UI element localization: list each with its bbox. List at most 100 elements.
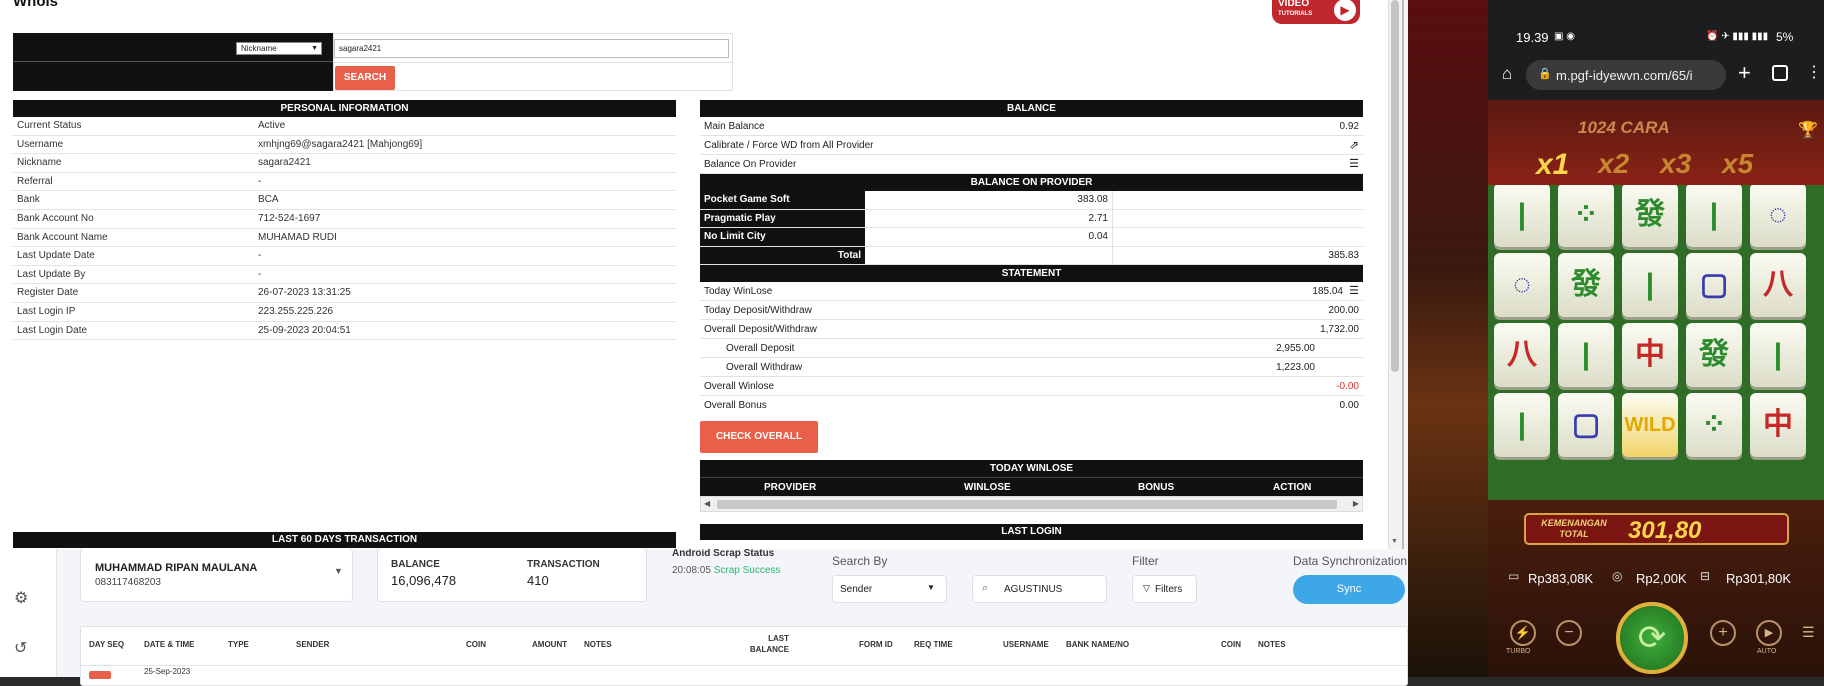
nickname-input[interactable]: sagara2421 [334,39,729,58]
stat-bet: Rp2,00K [1636,571,1687,586]
col-last-balance: LAST BALANCE [749,634,789,654]
last-login-header: LAST LOGIN [700,524,1363,541]
overall-dw-value: 1,732.00 [1320,324,1359,336]
field-label: Username [17,138,64,150]
col-bonus: BONUS [1138,482,1175,494]
col-action: ACTION [1273,482,1312,494]
url-bar[interactable]: 🔒 m.pgf-idyewvn.com/65/i [1526,60,1726,90]
personal-info-row: Last Update Date - [13,247,676,266]
field-value: 223.255.225.226 [258,305,334,317]
field-value: - [258,175,262,187]
balance-value: 16,096,478 [391,573,457,588]
share-icon[interactable]: ⇗ [1349,136,1359,155]
field-label: Register Date [17,287,79,299]
total-win-box: KEMENANGAN TOTAL 301,80 [1524,513,1789,545]
table-row[interactable]: 25-Sep-2023 [81,665,1407,685]
overall-winlose-label: Overall Winlose [704,381,775,393]
col-provider: PROVIDER [764,482,817,494]
filter-label: Filter [1132,554,1159,568]
field-label: Referral [17,175,53,187]
mahjong-tile: ▢ [1686,253,1742,317]
scroll-right-icon[interactable]: ▶ [1353,499,1359,508]
col-form-id: FORM ID [859,640,893,649]
transaction-value: 410 [527,573,549,588]
stat-balance: Rp383,08K [1528,571,1594,586]
sync-button[interactable]: Sync [1293,575,1405,604]
personal-info-row: Referral - [13,173,676,192]
search-icon: ⌕ [982,582,989,594]
provider-name: Pragmatic Play [700,209,865,228]
reel-grid: | ⁘ 發 | ◌ ◌ 發 | ▢ 八八 | 中發 | | ▢ WILD ⁘ 中 [1488,185,1824,500]
account-selector[interactable]: MUHAMMAD RIPAN MAULANA 083117468203 ▼ [80,548,353,602]
gear-user-icon[interactable]: ⚙ [14,588,28,608]
plus-button[interactable]: + [1710,620,1736,646]
auto-play-button[interactable]: ▶ [1756,620,1782,646]
menu-icon[interactable]: ⋮ [1806,62,1822,82]
search-by-select[interactable]: Sender ▼ [832,575,947,603]
notification-icons: ▣ ◉ [1554,31,1575,42]
personal-info-row: Bank Account Name MUHAMAD RUDI [13,229,676,248]
scrollbar-thumb[interactable] [1391,0,1399,372]
scroll-left-icon[interactable]: ◀ [704,499,710,508]
video-tutorials-logo[interactable]: VIDEO TUTORIALS ▶ [1272,0,1360,24]
search-value: AGUSTINUS [1004,584,1063,595]
overall-withdraw-row: Overall Withdraw 1,223.00 [700,358,1363,378]
new-tab-icon[interactable]: + [1738,60,1751,86]
balance-label: BALANCE [391,559,440,570]
scrap-title: Android Scrap Status [672,548,775,559]
stats-row: ▭ Rp383,08K ◎ Rp2,00K ⊟ Rp301,80K [1494,567,1818,591]
tutorials-label: TUTORIALS [1278,11,1313,17]
filters-button[interactable]: ▽ Filters [1132,575,1197,603]
scrap-status-text: Scrap Success [713,565,781,576]
background-game-preview [1408,0,1488,677]
provider-header: BALANCE ON PROVIDER [700,174,1363,191]
col-username: USERNAME [1003,640,1049,649]
total-label: Total [700,246,865,265]
horizontal-scrollbar[interactable]: ◀ ▶ [700,496,1363,513]
personal-info-panel: PERSONAL INFORMATION Current Status Activ… [13,100,676,341]
scroll-down-icon[interactable]: ▼ [1391,538,1398,545]
multiplier-x3: x3 [1660,148,1692,179]
phone-screen: 19.39 ▣ ◉ ⏰ ✈ ▮▮▮ ▮▮▮ 5% ⌂ 🔒 m.pgf-idyew… [1408,0,1824,677]
overall-winlose-row: Overall Winlose -0.00 [700,377,1363,397]
trophy-icon[interactable]: 🏆 [1798,120,1818,140]
list-icon[interactable]: ☰ [1349,155,1359,174]
field-value: - [258,268,262,280]
search-by-select[interactable]: Nickname ▼ [236,42,322,55]
list-icon[interactable]: ☰ [1349,282,1359,301]
turbo-button[interactable]: ⚡ [1510,620,1536,646]
mahjong-tile: 中 [1750,393,1806,457]
overall-deposit-value: 2,955.00 [1276,343,1315,355]
mahjong-tile: | [1750,323,1806,387]
desktop: ⚙ ↺ MUHAMMAD RIPAN MAULANA 083117468203 … [0,0,1408,686]
spin-button[interactable]: ⟳ [1616,602,1688,674]
minus-button[interactable]: − [1556,620,1582,646]
col-req-time: REQ TIME [914,640,953,649]
col-coin-2: COIN [1221,640,1241,649]
account-name: MUHAMMAD RIPAN MAULANA [95,562,258,574]
sync-label: Data Synchronization [1293,554,1408,568]
provider-name: No Limit City [700,228,865,246]
transactions-table: DAY SEQ DATE & TIME TYPE SENDER COIN AMO… [80,626,1408,686]
today-dw-value: 200.00 [1328,305,1359,317]
search-input[interactable]: ⌕ AGUSTINUS [972,575,1107,603]
hamburger-icon[interactable]: ☰ [1802,624,1815,641]
tabs-icon[interactable] [1772,65,1788,81]
home-icon[interactable]: ⌂ [1502,64,1512,84]
field-label: Nickname [17,157,62,169]
calibrate-row: Calibrate / Force WD from All Provider ⇗ [700,136,1363,155]
provider-row: No Limit City 0.04 [700,228,1363,247]
field-value: BCA [258,194,279,206]
check-overall-button[interactable]: CHECK OVERALL [700,421,818,454]
history-icon[interactable]: ↺ [14,638,27,658]
field-value: 712-524-1697 [258,212,321,224]
balance-on-provider-row: Balance On Provider ☰ [700,155,1363,174]
filters-button-label: Filters [1155,584,1183,595]
provider-name: Pocket Game Soft [700,191,865,209]
provider-row: Pragmatic Play 2.71 [700,209,1363,229]
field-value: Active [258,120,286,131]
mutation-app: MUHAMMAD RIPAN MAULANA 083117468203 ▼ BA… [57,548,1408,686]
mahjong-tile: 中 [1622,323,1678,387]
col-notes: NOTES [584,640,612,649]
search-button[interactable]: SEARCH [335,66,395,90]
